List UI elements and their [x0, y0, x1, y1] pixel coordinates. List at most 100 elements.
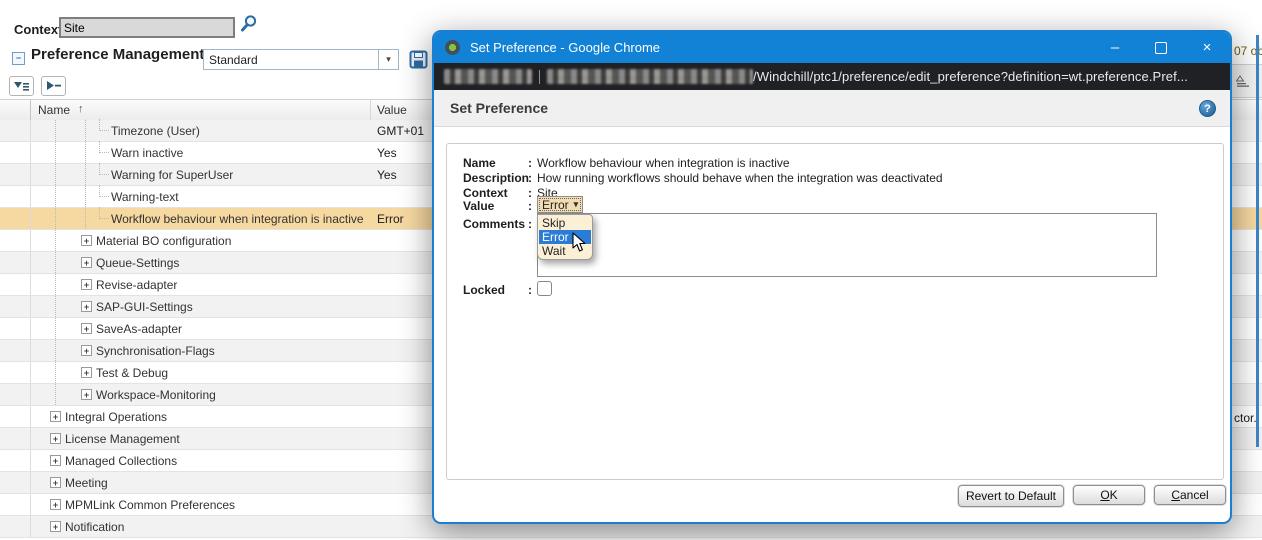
tree-elbow	[99, 185, 109, 197]
row-value: Error	[377, 212, 404, 226]
row-selector-cell	[0, 252, 31, 273]
row-selector-cell	[0, 142, 31, 163]
row-label[interactable]: Integral Operations	[65, 410, 167, 424]
column-header-name[interactable]: Name	[38, 103, 70, 117]
close-button[interactable]: ×	[1184, 32, 1230, 63]
search-icon[interactable]	[239, 14, 259, 39]
row-value: GMT+01	[377, 124, 424, 138]
expand-icon[interactable]: +	[50, 499, 61, 510]
tree-elbow	[99, 119, 109, 131]
tree-elbow	[99, 207, 109, 219]
minimize-button[interactable]: –	[1092, 32, 1138, 63]
tree-guide-line	[55, 142, 56, 163]
colon: :	[528, 171, 532, 185]
row-label[interactable]: SaveAs-adapter	[96, 322, 182, 336]
expand-icon[interactable]: +	[50, 477, 61, 488]
row-label[interactable]: MPMLink Common Preferences	[65, 498, 235, 512]
tree-guide-line	[55, 296, 56, 317]
tree-elbow	[99, 163, 109, 175]
row-selector-cell	[0, 186, 31, 207]
context-input[interactable]	[59, 17, 235, 38]
row-selector-cell	[0, 472, 31, 493]
value-label: Value	[463, 199, 494, 213]
colon: :	[528, 217, 532, 231]
expand-icon[interactable]: +	[81, 235, 92, 246]
context-field-label: Context	[463, 186, 508, 200]
row-label[interactable]: Queue-Settings	[96, 256, 179, 270]
row-label[interactable]: Notification	[65, 520, 124, 534]
colon: :	[528, 199, 532, 213]
form-panel: Name : Workflow behaviour when integrati…	[446, 143, 1224, 480]
row-label[interactable]: Workspace-Monitoring	[96, 388, 216, 402]
expand-icon[interactable]: +	[50, 455, 61, 466]
dropdown-option[interactable]: Skip	[539, 216, 591, 230]
dialog-actions: Revert to Default OK Cancel	[958, 485, 1226, 507]
column-divider	[370, 100, 371, 120]
row-selector-cell	[0, 494, 31, 515]
row-label[interactable]: Synchronisation-Flags	[96, 344, 215, 358]
expand-icon[interactable]: +	[81, 279, 92, 290]
window-title: Set Preference - Google Chrome	[470, 40, 660, 55]
url-bar[interactable]: /Windchill/ptc1/preference/edit_preferen…	[434, 63, 1230, 90]
ok-button[interactable]: OK	[1073, 485, 1145, 505]
collapse-section-icon[interactable]: −	[12, 52, 25, 65]
chevron-down-icon[interactable]: ▾	[378, 50, 398, 69]
expand-icon[interactable]: +	[81, 301, 92, 312]
url-redacted-blur	[444, 69, 532, 84]
row-selector-cell	[0, 362, 31, 383]
row-label[interactable]: Meeting	[65, 476, 108, 490]
tree-guide-line	[55, 208, 56, 229]
save-icon[interactable]	[409, 50, 428, 74]
expand-icon[interactable]: +	[50, 433, 61, 444]
colon: :	[528, 186, 532, 200]
colon: :	[528, 156, 532, 170]
row-label[interactable]: Warning for SuperUser	[111, 168, 233, 182]
column-header-value[interactable]: Value	[377, 103, 407, 117]
expand-icon[interactable]: +	[81, 323, 92, 334]
row-label[interactable]: Material BO configuration	[96, 234, 231, 248]
value-select[interactable]: Error ▾	[537, 196, 583, 213]
row-label[interactable]: Test & Debug	[96, 366, 168, 380]
row-label[interactable]: Workflow behaviour when integration is i…	[111, 212, 364, 226]
row-selector-cell	[0, 274, 31, 295]
value-select-current: Error	[542, 198, 569, 212]
row-label[interactable]: Warning-text	[111, 190, 179, 204]
page-title: Preference Management	[31, 46, 204, 63]
row-label[interactable]: Timezone (User)	[111, 124, 200, 138]
window-titlebar[interactable]: Set Preference - Google Chrome – ×	[434, 32, 1230, 63]
expand-icon[interactable]: +	[81, 257, 92, 268]
row-selector-cell	[0, 406, 31, 427]
row-label[interactable]: Revise-adapter	[96, 278, 177, 292]
view-dropdown[interactable]: Standard ▾	[203, 49, 399, 70]
filter-list-icon	[13, 79, 31, 93]
url-text: /Windchill/ptc1/preference/edit_preferen…	[753, 69, 1188, 84]
revert-to-default-button[interactable]: Revert to Default	[958, 485, 1064, 507]
colon: :	[528, 283, 532, 297]
dialog-title: Set Preference	[450, 100, 548, 116]
row-label[interactable]: Managed Collections	[65, 454, 177, 468]
collapse-all-button[interactable]	[41, 76, 66, 96]
sort-ascending-icon[interactable]: ↑	[78, 103, 84, 115]
description-label: Description	[463, 171, 529, 185]
row-selector-cell	[0, 340, 31, 361]
url-divider	[539, 70, 540, 84]
comments-textarea[interactable]	[537, 213, 1157, 277]
expand-icon[interactable]: +	[50, 411, 61, 422]
collapse-all-icon	[45, 79, 63, 93]
row-label[interactable]: SAP-GUI-Settings	[96, 300, 193, 314]
maximize-button[interactable]	[1138, 32, 1184, 63]
context-label: Context	[14, 22, 62, 37]
locked-checkbox[interactable]	[537, 281, 552, 296]
cancel-button[interactable]: Cancel	[1154, 485, 1226, 505]
help-icon[interactable]: ?	[1199, 100, 1216, 117]
expand-icon[interactable]: +	[81, 345, 92, 356]
mouse-cursor	[572, 232, 587, 253]
expand-icon[interactable]: +	[81, 367, 92, 378]
expand-icon[interactable]: +	[81, 389, 92, 400]
sort-filter-icon[interactable]	[1236, 75, 1250, 88]
row-label[interactable]: Warn inactive	[111, 146, 183, 160]
row-label[interactable]: License Management	[65, 432, 180, 446]
expand-icon[interactable]: +	[50, 521, 61, 532]
row-selector-cell	[0, 230, 31, 251]
table-view-button[interactable]	[9, 76, 34, 96]
